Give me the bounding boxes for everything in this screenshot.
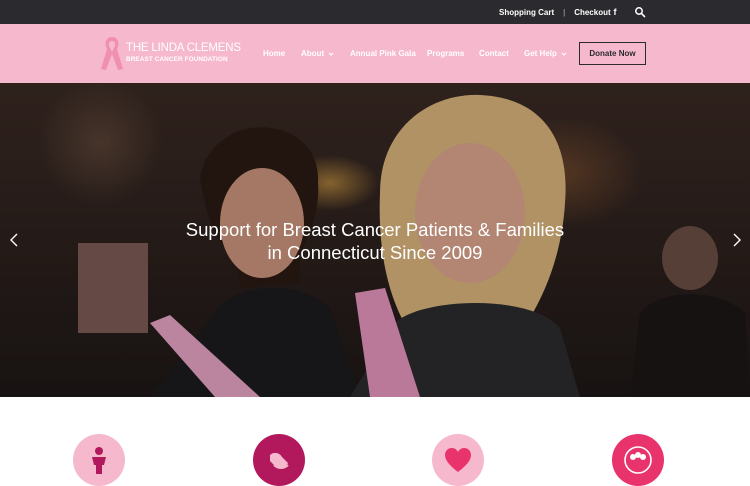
chevron-right-icon[interactable] (732, 233, 742, 247)
nav-item-label: About (301, 49, 325, 58)
group-icon (624, 446, 652, 474)
nav-item-about[interactable]: About (301, 49, 334, 58)
feature-heart[interactable] (432, 434, 484, 486)
nav-item-label: Contact (479, 49, 509, 58)
nav-item-contact[interactable]: Contact (479, 49, 509, 58)
feature-helping-hands[interactable] (253, 434, 305, 486)
nav-item-label: Programs (427, 49, 465, 58)
search-icon[interactable] (634, 6, 646, 18)
feature-group[interactable] (612, 434, 664, 486)
checkout-link[interactable]: Checkout (574, 8, 610, 17)
top-utility-bar: Shopping Cart | Checkout f (0, 0, 750, 24)
chevron-down-icon (328, 52, 334, 56)
shopping-cart-link[interactable]: Shopping Cart (499, 8, 554, 17)
nav-item-label: Annual Pink Gala (350, 49, 416, 58)
hero-headline-line2: in Connecticut Since 2009 (267, 242, 483, 263)
nav-item-annual-pink-gala[interactable]: Annual Pink Gala (350, 49, 416, 58)
logo-subtitle: BREAST CANCER FOUNDATION (126, 55, 228, 63)
site-logo[interactable]: THE LINDA CLEMENS BREAST CANCER FOUNDATI… (98, 33, 241, 73)
hero-headline: Support for Breast Cancer Patients & Fam… (0, 218, 750, 264)
nav-item-label: Home (263, 49, 286, 58)
site-header: THE LINDA CLEMENS BREAST CANCER FOUNDATI… (0, 24, 750, 83)
donate-now-button[interactable]: Donate Now (579, 42, 646, 65)
chevron-down-icon (561, 52, 567, 56)
nav-item-get-help[interactable]: Get Help (524, 49, 567, 58)
logo-title: THE LINDA CLEMENS (126, 42, 241, 55)
helping-hands-icon (270, 452, 289, 469)
nav-item-programs[interactable]: Programs (427, 49, 464, 58)
heart-icon (445, 448, 471, 472)
pink-ribbon-icon (101, 37, 123, 70)
feature-person[interactable] (73, 434, 125, 486)
nav-item-home[interactable]: Home (263, 49, 285, 58)
hero-slider: Support for Breast Cancer Patients & Fam… (0, 83, 750, 397)
facebook-icon[interactable]: f (610, 0, 620, 24)
hero-headline-line1: Support for Breast Cancer Patients & Fam… (185, 219, 565, 240)
person-icon (92, 447, 106, 474)
link-separator: | (563, 7, 566, 17)
utility-links: Shopping Cart | Checkout (499, 0, 611, 24)
nav-item-label: Get Help (524, 49, 557, 58)
chevron-left-icon[interactable] (9, 233, 19, 247)
